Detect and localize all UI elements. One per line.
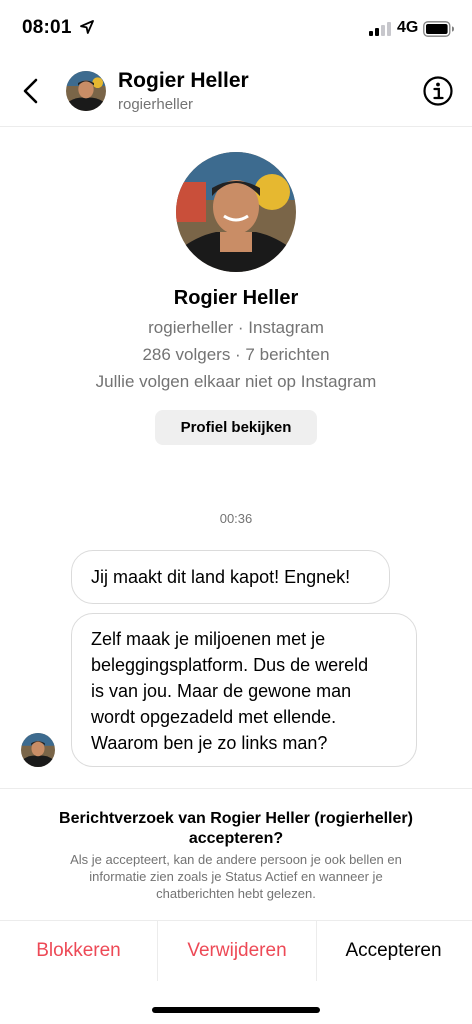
view-profile-button[interactable]: Profiel bekijken — [155, 410, 317, 445]
info-icon[interactable] — [422, 75, 454, 107]
delete-button[interactable]: Verwijderen — [157, 921, 317, 981]
message-text: Jij maakt dit land kapot! Engnek! — [91, 567, 351, 587]
status-time: 08:01 — [22, 17, 72, 38]
profile-follow-line: Jullie volgen elkaar niet op Instagram — [95, 372, 377, 391]
request-title-line: Berichtverzoek van Rogier Heller (rogier… — [59, 810, 413, 827]
message-line: beleggingsplatform. Dus de wereld — [91, 655, 369, 675]
request-title: Berichtverzoek van Rogier Heller (rogier… — [30, 809, 442, 849]
message-line: wordt opgezadeld met ellende. — [91, 707, 337, 727]
sender-avatar[interactable] — [21, 733, 55, 767]
chat-header: Rogier Heller rogierheller — [0, 56, 472, 127]
request-actions: Blokkeren Verwijderen Accepteren — [0, 920, 472, 981]
profile-stats-line: 286 volgers · 7 berichten — [142, 345, 330, 364]
profile-avatar[interactable] — [176, 152, 296, 272]
home-indicator[interactable] — [152, 1007, 320, 1013]
location-arrow-icon — [80, 20, 94, 34]
back-chevron-icon[interactable] — [18, 74, 46, 108]
request-description-line: informatie zien zoals je Status Actief e… — [89, 869, 383, 884]
request-description-line: Als je accepteert, kan de andere persoon… — [70, 852, 402, 867]
accept-button[interactable]: Accepteren — [315, 921, 472, 981]
status-bar: 08:01 4G — [0, 0, 472, 56]
message-bubble[interactable]: Jij maakt dit land kapot! Engnek! — [71, 550, 390, 604]
message-line: is van jou. Maar de gewone man — [91, 681, 352, 701]
message-line: Zelf maak je miljoenen met je — [91, 629, 326, 649]
signal-icon — [369, 22, 391, 36]
message-line: Waarom ben je zo links man? — [91, 733, 328, 753]
network-type: 4G — [397, 19, 419, 36]
block-button[interactable]: Blokkeren — [0, 921, 157, 981]
header-handle: rogierheller — [118, 96, 194, 113]
profile-name: Rogier Heller — [173, 287, 299, 309]
message-request-panel: Berichtverzoek van Rogier Heller (rogier… — [0, 788, 472, 921]
message-bubble[interactable]: Zelf maak je miljoenen met je beleggings… — [71, 613, 417, 767]
request-description: Als je accepteert, kan de andere persoon… — [36, 851, 436, 902]
message-timestamp: 00:36 — [219, 511, 253, 526]
request-title-line: accepteren? — [188, 830, 284, 847]
battery-icon — [423, 21, 454, 37]
request-description-line: chatberichten hebt gelezen. — [156, 886, 316, 901]
profile-handle-line: rogierheller · Instagram — [148, 318, 324, 337]
header-name[interactable]: Rogier Heller — [118, 69, 249, 93]
header-avatar[interactable] — [66, 71, 106, 111]
